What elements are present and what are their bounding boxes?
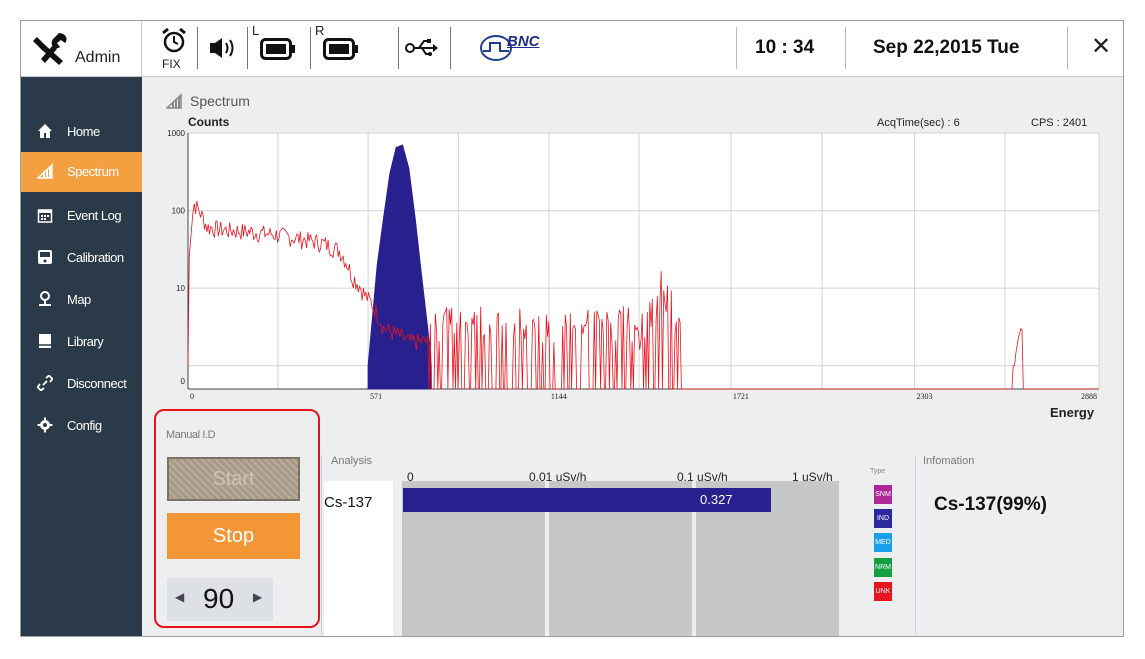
sidebar-item-disconnect[interactable]: Disconnect xyxy=(21,364,142,404)
fix-label: FIX xyxy=(162,57,181,71)
battery-right-label: R xyxy=(315,23,325,38)
type-chip-snm: SNM xyxy=(874,485,892,504)
divider xyxy=(321,455,322,635)
decrement-arrow-icon[interactable]: ◀ xyxy=(175,590,189,610)
divider xyxy=(247,27,248,69)
start-button[interactable]: Start xyxy=(167,457,300,501)
plot-area xyxy=(188,133,1099,389)
x-tick-label: 2303 xyxy=(916,392,932,401)
analysis-label: Analysis xyxy=(331,455,372,467)
sidebar-item-label: Library xyxy=(67,334,104,349)
type-chip-ind: IND xyxy=(874,509,892,528)
sidebar: Home Spectrum Event Log Calibration Map … xyxy=(21,77,142,636)
y-tick-label: 0 xyxy=(181,377,186,386)
sidebar-item-label: Event Log xyxy=(67,208,122,223)
x-tick-label: 1721 xyxy=(733,392,749,401)
sidebar-item-map[interactable]: Map xyxy=(21,280,142,320)
sidebar-item-spectrum[interactable]: Spectrum xyxy=(21,152,142,192)
divider xyxy=(197,27,198,69)
divider xyxy=(310,27,311,69)
x-tick-label: 1144 xyxy=(551,392,567,401)
app-window: Admin FIX L R BNC 10: 34 Sep 22,2015 Tu… xyxy=(20,20,1124,637)
y-tick-label: 10 xyxy=(176,284,185,293)
tools-icon xyxy=(33,33,67,65)
identification-result: Cs-137(99%) xyxy=(934,494,1047,515)
divider xyxy=(915,455,916,635)
admin-label: Admin xyxy=(75,49,121,66)
manual-id-panel: Manual I.D Start Stop ◀ 90 ▶ xyxy=(154,409,320,628)
close-button[interactable]: ✕ xyxy=(1085,29,1117,65)
battery-left-label: L xyxy=(252,23,260,38)
x-tick-label: 2888 xyxy=(1081,392,1097,401)
sidebar-item-calibration[interactable]: Calibration xyxy=(21,238,142,278)
disconnect-icon xyxy=(37,375,53,391)
sidebar-item-config[interactable]: Config xyxy=(21,406,142,446)
dose-rate-value: 0.327 xyxy=(700,492,733,507)
map-pin-icon xyxy=(39,291,51,306)
type-label: Type xyxy=(870,468,886,475)
sidebar-item-home[interactable]: Home xyxy=(21,112,142,152)
sidebar-item-label: Calibration xyxy=(67,250,124,265)
divider xyxy=(450,27,451,69)
duration-stepper: ◀ 90 ▶ xyxy=(167,578,273,621)
sidebar-item-label: Home xyxy=(67,124,100,139)
sidebar-item-label: Map xyxy=(67,292,91,307)
home-icon xyxy=(38,124,52,138)
library-icon xyxy=(39,334,51,348)
sidebar-item-label: Config xyxy=(67,418,102,433)
spectrum-chart[interactable]: 10001001000 571 1144 1721 2303 2888 xyxy=(152,87,1115,417)
admin-user-button[interactable]: Admin xyxy=(21,21,142,77)
y-tick-label: 100 xyxy=(172,207,186,216)
stepper-value: 90 xyxy=(203,583,235,614)
type-chip-med: MED xyxy=(874,533,892,552)
battery-right-icon xyxy=(323,38,358,60)
type-chip-unk: UNK xyxy=(874,582,892,601)
type-chip-nrm: NRM xyxy=(874,558,892,577)
close-icon: ✕ xyxy=(1090,33,1112,60)
sidebar-item-label: Spectrum xyxy=(67,164,119,179)
manual-id-label: Manual I.D xyxy=(166,429,216,441)
usb-icon xyxy=(405,39,438,56)
divider xyxy=(398,27,399,69)
sidebar-item-event-log[interactable]: Event Log xyxy=(21,196,142,236)
speaker-icon[interactable] xyxy=(208,36,238,60)
top-bar: Admin FIX L R BNC 10: 34 Sep 22,2015 Tu… xyxy=(21,21,1123,77)
divider xyxy=(736,27,737,69)
x-tick-label: 571 xyxy=(370,392,382,401)
isotope-name: Cs-137 xyxy=(324,494,373,511)
spectrum-icon xyxy=(37,163,53,179)
battery-left-icon xyxy=(260,38,295,60)
clock-time: 10 : 34 xyxy=(755,37,815,58)
divider xyxy=(1067,27,1068,69)
sidebar-item-library[interactable]: Library xyxy=(21,322,142,362)
calibration-icon xyxy=(38,250,52,264)
increment-arrow-icon[interactable]: ▶ xyxy=(253,590,267,610)
information-label: Infomation xyxy=(923,455,975,467)
gear-icon xyxy=(37,417,53,433)
y-tick-label: 1000 xyxy=(167,129,185,138)
divider xyxy=(845,27,846,69)
date-text: Sep 22,2015 Tue xyxy=(873,37,1020,58)
x-tick-label: 0 xyxy=(190,392,194,401)
stop-button[interactable]: Stop xyxy=(167,513,300,559)
sidebar-item-label: Disconnect xyxy=(67,376,127,391)
alarm-clock-icon[interactable] xyxy=(161,27,187,55)
x-axis-label: Energy xyxy=(1050,405,1095,420)
calendar-icon xyxy=(37,209,53,223)
bnc-label: BNC xyxy=(507,33,540,50)
